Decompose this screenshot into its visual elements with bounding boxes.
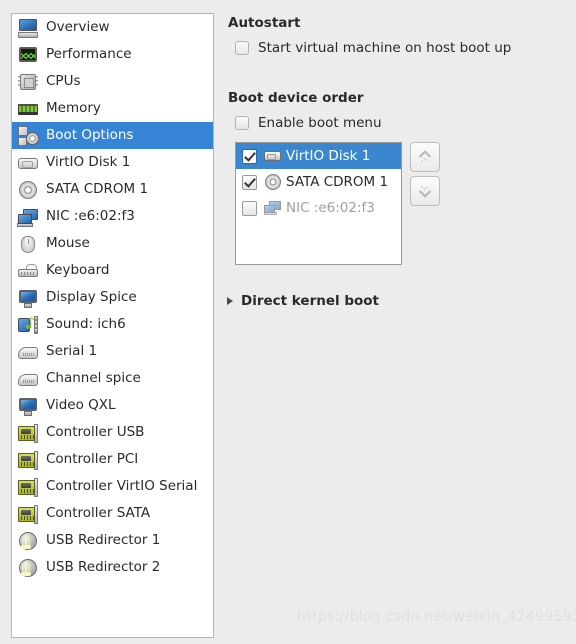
sidebar-item-memory[interactable]: Memory [12,95,213,122]
boot-options-icon [17,125,39,147]
sidebar-item-controller-usb[interactable]: Controller USB [12,419,213,446]
autostart-checkbox-label: Start virtual machine on host boot up [258,40,512,56]
chevron-up-icon [418,150,432,163]
cpu-icon [17,71,39,93]
sidebar-item-label: Controller PCI [46,450,139,467]
sidebar-item-usb-redirector-1[interactable]: USB Redirector 1 [12,527,213,554]
sidebar-item-label: CPUs [46,72,81,89]
boot-device-row[interactable]: SATA CDROM 1 [236,169,401,195]
display-icon [17,395,39,417]
sidebar-item-cpus[interactable]: CPUs [12,68,213,95]
sidebar-item-label: VirtIO Disk 1 [46,153,131,170]
autostart-heading: Autostart [228,15,301,31]
sidebar-item-controller-virtio-serial[interactable]: Controller VirtIO Serial [12,473,213,500]
sidebar-item-label: Overview [46,18,110,35]
direct-kernel-boot-expander[interactable]: Direct kernel boot [227,293,379,309]
monitor-pc-icon [17,17,39,39]
move-device-up-button[interactable] [410,142,440,172]
sidebar-item-keyboard[interactable]: Keyboard [12,257,213,284]
sidebar-item-sound-ich6[interactable]: Sound: ich6 [12,311,213,338]
sidebar-item-video-qxl[interactable]: Video QXL [12,392,213,419]
sidebar-item-label: Mouse [46,234,90,251]
move-device-down-button[interactable] [410,176,440,206]
network-icon [17,206,39,228]
sidebar-item-label: Serial 1 [46,342,98,359]
display-icon [17,287,39,309]
autostart-checkbox-row[interactable]: Start virtual machine on host boot up [235,40,511,56]
boot-device-list[interactable]: VirtIO Disk 1 SATA CDROM 1 NIC :e6:02:f3 [235,142,402,265]
boot-device-row[interactable]: NIC :e6:02:f3 [236,195,401,221]
boot-device-checkbox[interactable] [242,148,257,164]
sidebar-item-performance[interactable]: Performance [12,41,213,68]
sidebar-item-label: USB Redirector 2 [46,558,161,575]
boot-device-row[interactable]: VirtIO Disk 1 [236,143,401,169]
sidebar-item-controller-pci[interactable]: Controller PCI [12,446,213,473]
boot-options-panel: Autostart Start virtual machine on host … [215,0,576,644]
sidebar-item-label: Controller SATA [46,504,151,521]
sidebar-item-nic-e6-02-f3[interactable]: NIC :e6:02:f3 [12,203,213,230]
cdrom-icon [17,179,39,201]
sidebar-item-label: Keyboard [46,261,110,278]
usb-icon [17,557,39,579]
harddisk-icon [17,152,39,174]
sound-icon [17,314,39,336]
enable-boot-menu-row[interactable]: Enable boot menu [235,115,382,131]
sidebar-item-label: Memory [46,99,101,116]
enable-boot-menu-label: Enable boot menu [258,115,382,131]
usb-icon [17,530,39,552]
sidebar-item-label: USB Redirector 1 [46,531,161,548]
sidebar-item-label: Video QXL [46,396,116,413]
mouse-icon [17,233,39,255]
enable-boot-menu-checkbox[interactable] [235,116,249,130]
boot-device-label: NIC :e6:02:f3 [286,200,375,216]
sidebar-item-label: Channel spice [46,369,141,386]
sidebar-item-sata-cdrom-1[interactable]: SATA CDROM 1 [12,176,213,203]
sidebar-item-boot-options[interactable]: Boot Options [12,122,213,149]
sidebar-item-controller-sata[interactable]: Controller SATA [12,500,213,527]
serial-icon [17,341,39,363]
controller-icon [17,503,39,525]
sidebar-item-label: Performance [46,45,132,62]
sidebar-item-usb-redirector-2[interactable]: USB Redirector 2 [12,554,213,581]
sidebar-item-overview[interactable]: Overview [12,14,213,41]
sidebar-item-serial-1[interactable]: Serial 1 [12,338,213,365]
sidebar-item-label: Boot Options [46,126,134,143]
sidebar-item-label: Controller VirtIO Serial [46,477,198,494]
keyboard-icon [17,260,39,282]
sidebar-item-label: Sound: ich6 [46,315,126,332]
controller-icon [17,422,39,444]
boot-device-order-heading: Boot device order [228,90,364,106]
serial-icon [17,368,39,390]
controller-icon [17,449,39,471]
sidebar-item-virtio-disk-1[interactable]: VirtIO Disk 1 [12,149,213,176]
sidebar-item-label: NIC :e6:02:f3 [46,207,135,224]
memory-icon [17,98,39,120]
boot-device-checkbox[interactable] [242,200,257,216]
boot-device-label: VirtIO Disk 1 [286,148,371,164]
direct-kernel-boot-label: Direct kernel boot [241,293,379,309]
cdrom-icon [264,173,282,191]
controller-icon [17,476,39,498]
chevron-down-icon [418,185,432,198]
triangle-right-icon [227,297,233,305]
network-icon [264,199,282,217]
autostart-checkbox[interactable] [235,41,249,55]
watermark: https://blog.csdn.net/weixin_42499593 [297,609,576,625]
sidebar-item-mouse[interactable]: Mouse [12,230,213,257]
performance-icon [17,44,39,66]
sidebar-item-label: SATA CDROM 1 [46,180,149,197]
boot-device-checkbox[interactable] [242,174,257,190]
sidebar-item-display-spice[interactable]: Display Spice [12,284,213,311]
harddisk-icon [264,147,282,165]
hardware-list[interactable]: Overview Performance CPUs Memory Boot Option… [11,13,214,638]
sidebar-item-label: Controller USB [46,423,145,440]
boot-device-label: SATA CDROM 1 [286,174,389,190]
sidebar-item-channel-spice[interactable]: Channel spice [12,365,213,392]
sidebar-item-label: Display Spice [46,288,137,305]
